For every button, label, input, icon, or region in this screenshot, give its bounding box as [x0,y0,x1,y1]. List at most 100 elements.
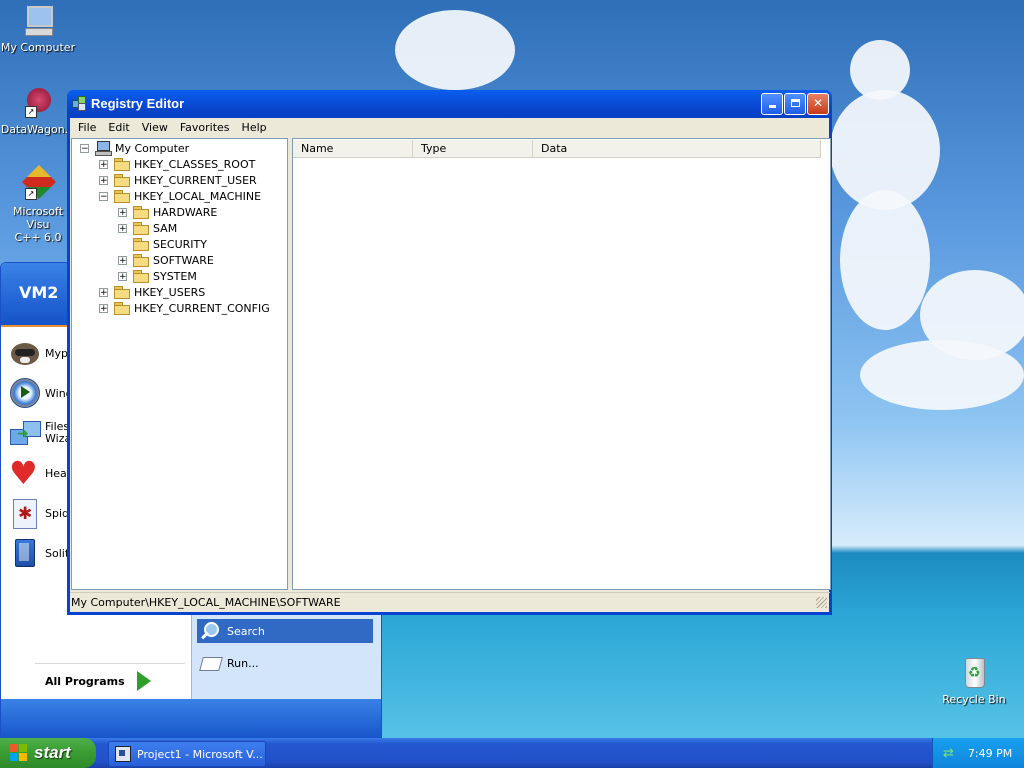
minimize-icon [768,105,776,108]
heart-icon: ♥ [9,454,38,492]
all-programs-button[interactable]: All Programs [35,663,185,698]
tree-node-hkey-users[interactable]: + HKEY_USERS [99,284,205,300]
window-title: Registry Editor [91,96,185,111]
expand-icon[interactable]: + [99,175,108,185]
desktop-icon-recycle-bin[interactable]: ♻ Recycle Bin [936,656,1012,706]
start-menu-item-label: Search [227,624,265,638]
tree-node-label: HKEY_CURRENT_USER [134,173,257,187]
resize-grip-icon[interactable] [816,597,827,608]
column-header-data[interactable]: Data [533,140,821,158]
tree-node-system[interactable]: + SYSTEM [118,268,197,284]
values-list[interactable]: Name Type Data [292,138,831,590]
maximize-button[interactable] [784,93,806,115]
cloud [395,10,515,90]
media-player-icon [9,377,41,409]
collapse-icon[interactable]: − [80,143,89,153]
expand-icon[interactable]: + [99,303,108,313]
expand-icon[interactable]: + [118,223,127,233]
expand-icon[interactable]: + [99,159,108,169]
tree-node-hkey-classes-root[interactable]: + HKEY_CLASSES_ROOT [99,156,255,172]
close-button[interactable]: ✕ [807,93,829,115]
maximize-icon [790,99,800,107]
folder-icon [114,174,130,187]
spider-icon: ✱ [9,497,41,529]
desktop-icon-visual-cpp[interactable]: ↗ Microsoft Visu C++ 6.0 [0,165,76,244]
expand-icon[interactable]: + [118,271,127,281]
column-header-type[interactable]: Type [413,140,533,158]
registry-tree[interactable]: − My Computer + HKEY_CLASSES_ROOT + HKEY… [71,138,288,590]
start-menu-footer [1,699,381,741]
window-body: File Edit View Favorites Help − My Compu… [70,118,831,613]
solitaire-icon [9,537,41,569]
taskbar-item-project1[interactable]: Project1 - Microsoft V... [108,741,266,767]
tree-node-sam[interactable]: + SAM [118,220,177,236]
tree-node-label: SYSTEM [153,269,197,283]
folder-icon [114,190,130,203]
minimize-button[interactable] [761,93,783,115]
menu-bar: File Edit View Favorites Help [70,118,829,136]
green-arrow-icon [136,671,151,691]
tree-node-label: SOFTWARE [153,253,214,267]
tree-node-label: HARDWARE [153,205,218,219]
start-button[interactable]: start [0,738,96,768]
all-programs-label: All Programs [45,674,125,688]
desktop-icon-label: Recycle Bin [942,693,1006,706]
menu-view[interactable]: View [136,121,174,134]
tree-node-security[interactable]: SECURITY [118,236,207,252]
tree-node-my-computer[interactable]: − My Computer [80,140,189,156]
tree-node-label: HKEY_CURRENT_CONFIG [134,301,270,315]
start-menu-item-label: Spid [45,506,70,520]
cloud [850,40,910,100]
start-menu-item-label: Solit [45,546,70,560]
taskbar: start Project1 - Microsoft V... ⇄ 7:49 P… [0,738,1024,768]
title-bar[interactable]: Registry Editor ✕ [67,90,832,118]
recycle-bin-icon: ♻ [957,656,991,690]
tree-node-hardware[interactable]: + HARDWARE [118,204,217,220]
desktop-icon-label: My Computer [0,41,76,54]
desktop-icon-label-line1: Microsoft Visu [12,205,64,231]
expand-icon[interactable]: + [118,207,127,217]
tree-node-label: My Computer [115,141,190,155]
start-menu-search[interactable]: Search [197,619,373,643]
computer-icon [21,4,55,38]
menu-edit[interactable]: Edit [102,121,135,134]
files-wizard-icon: ➜ [9,417,41,449]
close-icon: ✕ [812,96,824,110]
menu-file[interactable]: File [72,121,102,134]
folder-icon [133,206,149,219]
folder-icon [114,158,130,171]
tree-node-hkey-local-machine[interactable]: − HKEY_LOCAL_MACHINE [99,188,261,204]
tree-node-label: HKEY_CLASSES_ROOT [134,157,256,171]
desktop-icon-datawagon[interactable]: ↗ DataWagon... [0,86,76,136]
clock[interactable]: 7:49 PM [968,747,1012,760]
status-bar: My Computer\HKEY_LOCAL_MACHINE\SOFTWARE [70,592,830,613]
desktop-icon-my-computer[interactable]: My Computer [0,4,76,54]
folder-icon [133,222,149,235]
tree-node-software[interactable]: + SOFTWARE [118,252,214,268]
windows-logo-icon [10,744,28,762]
taskbar-item-label: Project1 - Microsoft V... [137,747,263,761]
tree-node-label: HKEY_USERS [134,285,206,299]
network-icon[interactable]: ⇄ [943,746,954,761]
cloud [840,190,930,330]
raccoon-icon [9,337,41,369]
menu-help[interactable]: Help [236,121,273,134]
folder-icon [114,286,130,299]
start-menu-item-label: Myp [45,346,68,360]
tree-node-label: SECURITY [153,237,207,251]
folder-icon [114,302,130,315]
registry-editor-icon [72,96,86,111]
column-header-name[interactable]: Name [293,140,413,158]
desktop-icon-label: DataWagon... [0,123,76,136]
menu-favorites[interactable]: Favorites [174,121,236,134]
expand-icon[interactable]: + [118,255,127,265]
datawagon-icon: ↗ [21,86,55,120]
collapse-icon[interactable]: − [99,191,108,201]
tree-node-hkey-current-config[interactable]: + HKEY_CURRENT_CONFIG [99,300,270,316]
start-label: start [34,743,71,762]
run-icon [199,655,223,671]
tree-node-hkey-current-user[interactable]: + HKEY_CURRENT_USER [99,172,257,188]
visual-basic-icon [115,746,131,762]
expand-icon[interactable]: + [99,287,108,297]
start-menu-run[interactable]: Run... [197,651,373,675]
